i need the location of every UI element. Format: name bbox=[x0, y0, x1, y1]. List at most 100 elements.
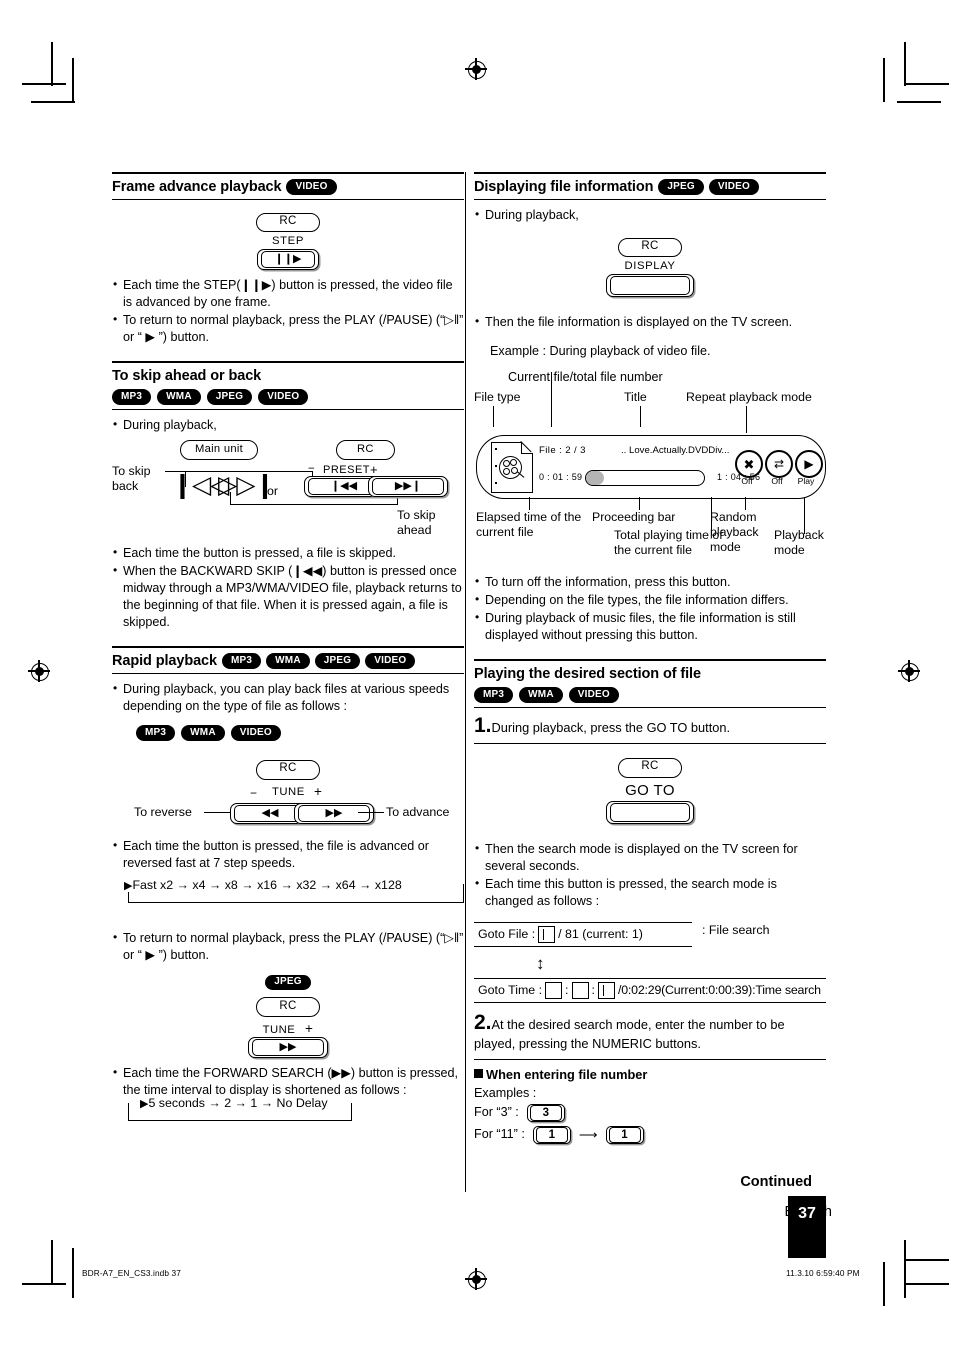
callout-total-time: Total playing time of the current file bbox=[614, 528, 723, 558]
section-title: Frame advance playback bbox=[112, 178, 282, 195]
list-item: Each time the FORWARD SEARCH (▶▶) button… bbox=[112, 1064, 464, 1099]
numeric-key-1-first[interactable]: 1 bbox=[532, 1125, 571, 1144]
rapid-tune-diagram: − TUNE + To reverse ◀◀ ▶▶ To advance bbox=[112, 784, 464, 836]
osd-file-counter: File : 2 / 3 bbox=[539, 445, 586, 457]
osd-progress-bar[interactable] bbox=[585, 470, 705, 487]
badge-video: VIDEO bbox=[258, 389, 309, 405]
crop-mark-tr-v bbox=[904, 42, 906, 86]
badge-jpeg: JPEG bbox=[206, 389, 253, 405]
list-item: To return to normal playback, press the … bbox=[112, 311, 464, 346]
section-rule bbox=[474, 199, 826, 200]
goto-time-hours-input[interactable] bbox=[545, 981, 563, 999]
goto-file-note: : File search bbox=[702, 922, 770, 937]
section-frame-advance-header: Frame advance playback VIDEO bbox=[112, 172, 464, 196]
continued-label: Continued bbox=[740, 1173, 812, 1190]
repeat-icon: ⇄ bbox=[765, 450, 793, 479]
tune-plus: + bbox=[314, 783, 322, 799]
osd-repeat-value: Off bbox=[771, 476, 783, 487]
badge-jpeg: JPEG bbox=[658, 178, 704, 195]
osd-info-bar: File : 2 / 3 .. Love.Actually.DVDDiv... … bbox=[476, 435, 826, 500]
goto-file-row: Goto File : / 81 (current: 1) bbox=[474, 921, 692, 946]
section-title: Rapid playback bbox=[112, 653, 217, 670]
numeric-key-1-second[interactable]: 1 bbox=[605, 1125, 644, 1144]
badge-wma: WMA bbox=[266, 653, 310, 669]
rc-pill-frame-advance: RC bbox=[256, 212, 320, 233]
display-button[interactable] bbox=[606, 274, 694, 298]
rc-pill-rapid-jpeg: RC bbox=[256, 997, 320, 1017]
rc-pill-rapid: RC bbox=[256, 759, 320, 780]
to-skip-ahead-label: To skip ahead bbox=[397, 508, 436, 538]
crop-mark-tr-v2 bbox=[883, 58, 885, 102]
badge-video: VIDEO bbox=[230, 725, 281, 741]
crop-mark-tr-h2 bbox=[897, 101, 941, 103]
crop-mark-br-h2 bbox=[905, 1283, 949, 1285]
rapid-group2-badges: JPEG bbox=[112, 974, 464, 992]
step-button[interactable]: ❙❙▶ bbox=[257, 249, 319, 271]
step-1-text: During playback, press the GO TO button. bbox=[491, 720, 731, 736]
crop-mark-bl-h bbox=[22, 1283, 66, 1285]
goto-time-prefix: Goto Time : bbox=[478, 983, 543, 998]
advance-button[interactable]: ▶▶ bbox=[294, 802, 374, 824]
key-label-step: STEP bbox=[272, 235, 304, 248]
registration-mark-bottom bbox=[465, 1268, 487, 1290]
leader-line bbox=[639, 497, 640, 511]
crop-mark-tl-h2 bbox=[31, 101, 75, 103]
goto-file-input[interactable] bbox=[538, 925, 556, 943]
step-1-number: 1. bbox=[474, 714, 492, 738]
section-title: Displaying file information bbox=[474, 178, 654, 195]
crop-mark-tl-v bbox=[51, 42, 53, 86]
crop-mark-br-v bbox=[904, 1240, 906, 1298]
list-item: When the BACKWARD SKIP (❙◀◀) button is p… bbox=[112, 562, 464, 631]
subhead-text: When entering file number bbox=[486, 1066, 648, 1082]
main-unit-pill: Main unit bbox=[180, 440, 259, 460]
badge-row-desired: MP3 WMA VIDEO bbox=[474, 686, 826, 704]
step-2-text: At the desired search mode, enter the nu… bbox=[474, 1016, 785, 1051]
rapid-return-bullet: To return to normal playback, press the … bbox=[112, 929, 464, 964]
list-item: To return to normal playback, press the … bbox=[112, 929, 464, 964]
osd-progress-fill bbox=[586, 471, 604, 486]
display-button-face bbox=[610, 276, 690, 296]
badge-jpeg: JPEG bbox=[265, 974, 311, 991]
list-item: To turn off the information, press this … bbox=[474, 573, 826, 591]
badge-wma: WMA bbox=[157, 389, 201, 405]
list-item: During playback, you can play back files… bbox=[112, 680, 464, 715]
rapid-intro: During playback, you can play back files… bbox=[112, 680, 464, 715]
goto-time-seconds-input[interactable] bbox=[597, 981, 615, 999]
section-rule bbox=[112, 409, 464, 411]
to-skip-back-label: To skip back bbox=[112, 464, 151, 494]
display-info-after: Then the file information is displayed o… bbox=[474, 313, 826, 331]
crop-mark-br-v2 bbox=[883, 1262, 885, 1306]
section-title: To skip ahead or back bbox=[112, 368, 262, 385]
osd-title-text: .. Love.Actually.DVDDiv... bbox=[621, 445, 730, 457]
badge-mp3: MP3 bbox=[474, 687, 514, 703]
step-2: 2.At the desired search mode, enter the … bbox=[474, 1011, 826, 1053]
skip-diagram: Main unit RC To skip back To skip ahead … bbox=[112, 440, 464, 548]
list-item: Depending on the file types, the file in… bbox=[474, 591, 826, 609]
crop-mark-bl-v2 bbox=[72, 1248, 74, 1298]
registration-mark-top bbox=[465, 58, 487, 80]
badge-jpeg: JPEG bbox=[314, 653, 361, 669]
example-11-row: For “11” : 1 ⟶ 1 bbox=[474, 1125, 826, 1144]
osd-play-value: Play bbox=[797, 476, 815, 487]
speed-flow-box: ▶Fast x2 → x4 → x8 → x16 → x32 → x64 → x… bbox=[112, 877, 464, 914]
main-unit-skip-ahead-icon: ▷▷❙ bbox=[218, 471, 275, 500]
list-item: Each time the STEP(❙❙▶) button is presse… bbox=[112, 276, 464, 311]
rc-skip-ahead-button[interactable]: ▶▶❙ bbox=[368, 476, 448, 498]
list-item: During playback of music files, the file… bbox=[474, 609, 826, 644]
goto-time-suffix: /0:02:29(Current:0:00:39):Time search bbox=[617, 983, 821, 998]
column-divider bbox=[465, 172, 466, 1192]
goto-button[interactable] bbox=[606, 800, 694, 824]
key-label-display: DISPLAY bbox=[624, 260, 676, 273]
badge-video: VIDEO bbox=[708, 178, 759, 195]
goto-time-minutes-input[interactable] bbox=[571, 981, 589, 999]
rc-pill-goto: RC bbox=[618, 757, 682, 778]
badge-video: VIDEO bbox=[365, 653, 416, 669]
to-reverse-label: To reverse bbox=[134, 804, 192, 819]
display-info-bullets: To turn off the information, press this … bbox=[474, 573, 826, 644]
speed-flow-text: Fast x2 → x4 → x8 → x16 → x32 → x64 → x1… bbox=[132, 877, 402, 892]
frame-advance-bullets: Each time the STEP(❙❙▶) button is presse… bbox=[112, 276, 464, 346]
goto-time-row: Goto Time : : : /0:02:29(Current:0:00:39… bbox=[474, 977, 826, 1003]
badge-video: VIDEO bbox=[286, 178, 337, 195]
forward-search-button[interactable]: ▶▶ bbox=[248, 1036, 328, 1058]
numeric-key-3[interactable]: 3 bbox=[526, 1103, 565, 1122]
